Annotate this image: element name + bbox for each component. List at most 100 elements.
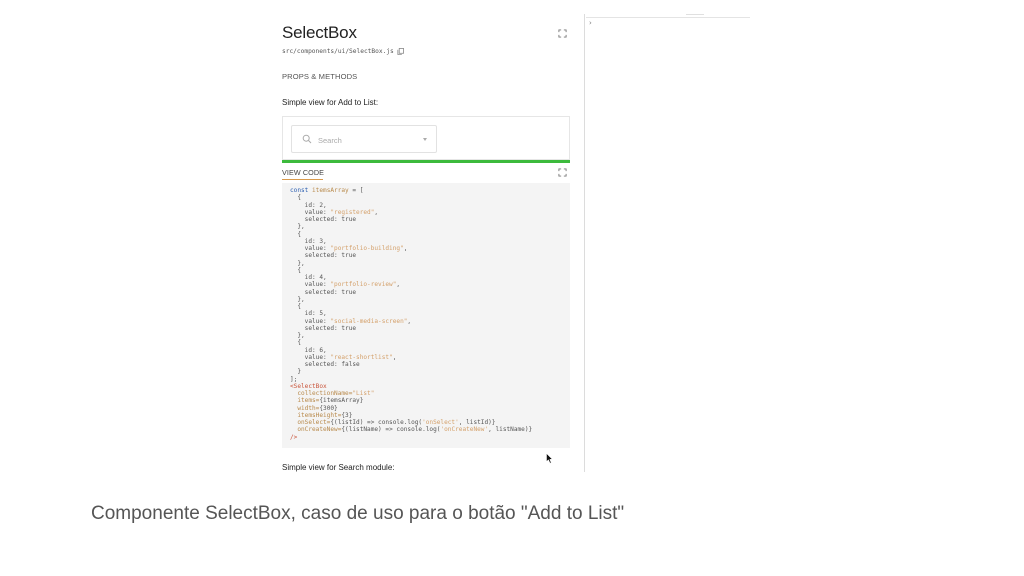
code-line: selected: false: [290, 361, 562, 368]
code-token: ];: [290, 375, 298, 383]
code-token: items=: [290, 397, 320, 405]
source-path-row: src/components/ui/SelectBox.js: [282, 48, 404, 55]
code-token: },: [290, 295, 305, 303]
code-token: },: [290, 332, 305, 339]
pane-divider[interactable]: [584, 14, 585, 472]
code-token: value:: [290, 245, 331, 252]
code-token: }: [290, 368, 302, 376]
code-token: "portfolio-review": [330, 281, 397, 289]
code-token: {: [290, 339, 302, 347]
source-path: src/components/ui/SelectBox.js: [282, 48, 394, 55]
code-token: value:: [290, 317, 331, 325]
code-token: width=: [290, 404, 320, 412]
code-line: />: [290, 434, 562, 441]
code-line: collectionName="List": [290, 390, 562, 397]
code-token: onSelect=: [290, 419, 331, 426]
code-line: id: 6,: [290, 347, 562, 354]
code-line: id: 2,: [290, 202, 562, 209]
code-token: {itemsArray}: [319, 397, 364, 405]
code-token: {300}: [319, 404, 338, 412]
chevron-down-icon: [423, 138, 427, 141]
code-token: {: [290, 230, 302, 238]
code-line: onSelect={(listId) => console.log('onSel…: [290, 419, 562, 426]
code-line: items={itemsArray}: [290, 397, 562, 404]
code-line: selected: true: [290, 325, 562, 332]
code-line: }: [290, 368, 562, 375]
code-token: id: 6,: [290, 346, 327, 354]
code-token: "List": [352, 390, 375, 397]
component-title: SelectBox: [282, 23, 357, 42]
code-token: {: [290, 303, 302, 310]
code-line: id: 5,: [290, 310, 562, 317]
slide-caption: Componente SelectBox, caso de uso para o…: [91, 503, 625, 524]
code-token: selected: true: [290, 252, 357, 260]
code-token: selected: true: [290, 324, 357, 332]
code-token: 'onCreateNew': [440, 426, 489, 434]
component-docs-pane: SelectBox src/components/ui/SelectBox.js…: [268, 14, 585, 472]
code-token: {3}: [341, 411, 353, 419]
code-token: <SelectBox: [290, 382, 327, 390]
screenshot: SelectBox src/components/ui/SelectBox.js…: [268, 14, 750, 472]
code-line: value: "social-media-screen",: [290, 318, 562, 325]
code-token: />: [290, 433, 298, 441]
code-line: },: [290, 223, 562, 230]
pane-resize-handle[interactable]: [686, 14, 704, 15]
example-preview: Search: [282, 116, 570, 160]
code-token: = [: [348, 187, 364, 194]
code-line: value: "portfolio-building",: [290, 245, 562, 252]
preview-divider-bar: [282, 160, 570, 163]
pane-header-line: [586, 17, 750, 18]
select-box-placeholder: Search: [318, 136, 342, 145]
select-box[interactable]: Search: [291, 125, 437, 153]
code-token: value:: [290, 353, 331, 361]
code-token: {: [290, 194, 302, 202]
copy-icon[interactable]: [397, 48, 404, 55]
devtools-pane: ›: [586, 14, 750, 472]
code-line: itemsHeight={3}: [290, 412, 562, 419]
code-line: id: 4,: [290, 274, 562, 281]
next-example-title: Simple view for Search module:: [282, 463, 395, 472]
code-block: const itemsArray = [ { id: 2, value: "re…: [282, 183, 570, 448]
code-token: 'onSelect': [422, 419, 459, 426]
code-token: value:: [290, 208, 331, 216]
props-methods-link[interactable]: PROPS & METHODS: [282, 72, 357, 81]
code-token: itemsHeight=: [290, 411, 342, 419]
code-token: id: 5,: [290, 310, 327, 318]
code-line: const itemsArray = [: [290, 187, 562, 194]
code-line: selected: true: [290, 216, 562, 223]
code-token: value:: [290, 281, 331, 289]
code-line: selected: true: [290, 252, 562, 259]
code-line: selected: true: [290, 289, 562, 296]
expand-arrow-icon[interactable]: ›: [589, 19, 592, 27]
search-icon: [302, 134, 312, 144]
code-line: value: "registered",: [290, 209, 562, 216]
code-line: {: [290, 339, 562, 346]
code-token: onCreateNew=: [290, 426, 342, 434]
example-title: Simple view for Add to List:: [282, 98, 379, 107]
code-line: <SelectBox: [290, 383, 562, 390]
view-code-tab-underline: [282, 179, 323, 180]
fullscreen-icon[interactable]: [558, 29, 567, 38]
code-token: itemsArray: [312, 187, 349, 194]
code-token: "registered": [330, 208, 375, 216]
code-line: ];: [290, 376, 562, 383]
code-token: ,: [396, 281, 401, 289]
fullscreen-icon[interactable]: [558, 168, 567, 177]
code-token: {: [290, 266, 302, 274]
code-token: "social-media-screen": [330, 317, 408, 325]
code-token: },: [290, 223, 305, 231]
code-token: {(listName) => console.log(: [341, 426, 441, 434]
code-token: {(listId) => console.log(: [330, 419, 423, 426]
code-token: ,: [392, 353, 397, 361]
code-line: value: "portfolio-review",: [290, 281, 562, 288]
code-line: },: [290, 260, 562, 267]
code-line: {: [290, 231, 562, 238]
code-line: {: [290, 303, 562, 310]
code-token: const: [290, 187, 313, 194]
code-line: },: [290, 296, 562, 303]
code-line: id: 3,: [290, 238, 562, 245]
view-code-tab[interactable]: VIEW CODE: [282, 168, 324, 177]
code-token: ,: [374, 208, 379, 216]
code-token: },: [290, 259, 305, 267]
code-token: ,: [407, 317, 412, 325]
